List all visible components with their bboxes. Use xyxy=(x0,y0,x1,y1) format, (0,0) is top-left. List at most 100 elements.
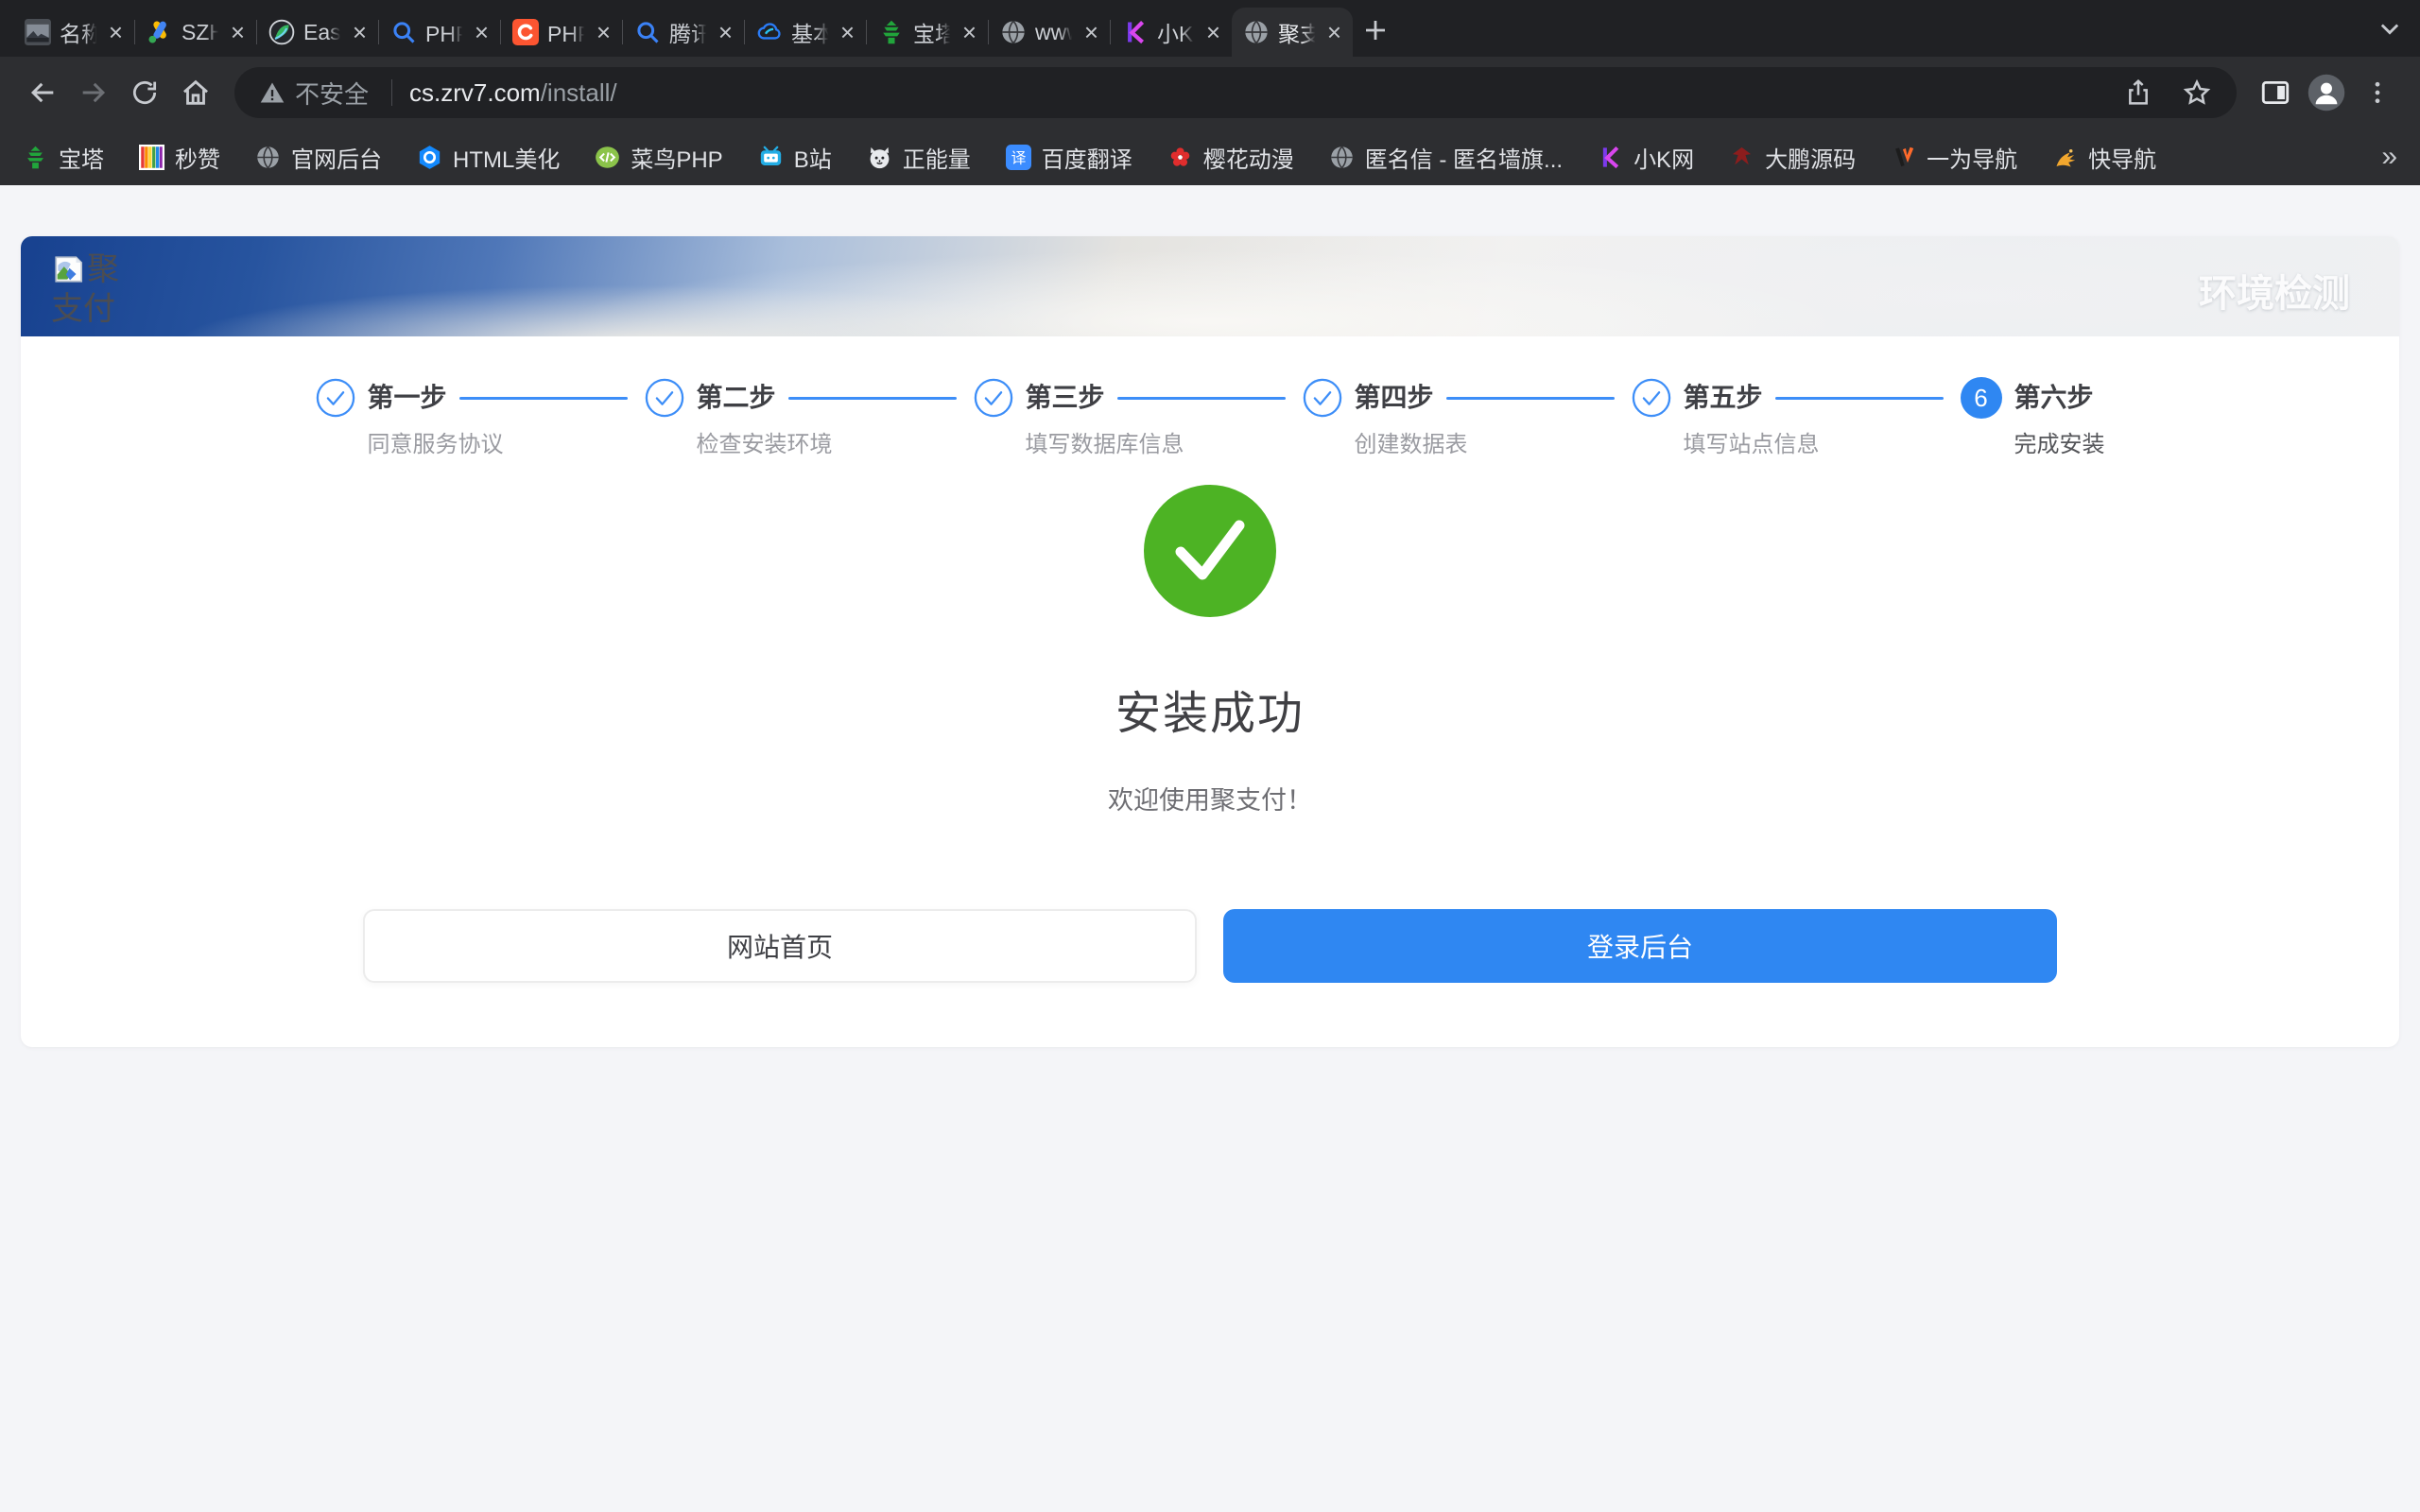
bookmark-7[interactable]: 正能量 xyxy=(867,141,971,174)
bookmarks-overflow-icon[interactable]: » xyxy=(2381,141,2397,173)
tab-11[interactable]: 聚支付× xyxy=(1232,8,1353,57)
menu-button[interactable] xyxy=(2352,67,2403,118)
forward-arrow-icon xyxy=(78,77,110,109)
new-tab-button[interactable] xyxy=(1353,8,1398,53)
tab-7[interactable]: 基本信 × xyxy=(745,8,866,57)
csdn-icon xyxy=(512,19,539,45)
step-6: 6 第六步 完成安装 xyxy=(1961,378,2105,458)
plus-icon xyxy=(1361,16,1390,44)
tab-1[interactable]: 名称 - 厂 × xyxy=(13,8,134,57)
tiger-face-icon xyxy=(867,145,892,170)
tab-3[interactable]: EasyWe× xyxy=(257,8,378,57)
bookmark-label: 秒赞 xyxy=(175,141,220,174)
bookmark-4[interactable]: HTML美化 xyxy=(417,141,560,174)
bookmark-3[interactable]: 官网后台 xyxy=(255,141,382,174)
bookmark-14[interactable]: 快导航 xyxy=(2052,141,2156,174)
v-orange-icon xyxy=(1891,145,1916,170)
k-purple-icon xyxy=(1598,145,1623,170)
tab-6[interactable]: 腾讯云× xyxy=(623,8,744,57)
tab-10[interactable]: 小K网-× xyxy=(1111,8,1232,57)
tab-close-icon[interactable]: × xyxy=(351,20,369,44)
bookmark-5[interactable]: 菜鸟PHP xyxy=(595,141,722,174)
bookmark-9[interactable]: 樱花动漫 xyxy=(1167,141,1294,174)
back-arrow-icon xyxy=(26,77,59,109)
bookmark-1[interactable]: 宝塔 xyxy=(23,141,104,174)
tab-close-icon[interactable]: × xyxy=(107,20,125,44)
bookmark-label: B站 xyxy=(794,141,832,174)
bookmark-8[interactable]: 译百度翻译 xyxy=(1006,141,1132,174)
google-ads-icon xyxy=(147,19,173,45)
tab-close-icon[interactable]: × xyxy=(595,20,613,44)
step-connector xyxy=(1775,397,1944,400)
bookmark-10[interactable]: 匿名信 - 匿名墙旗... xyxy=(1329,141,1563,174)
site-home-button[interactable]: 网站首页 xyxy=(363,909,1197,983)
tab-close-icon[interactable]: × xyxy=(838,20,856,44)
tab-8[interactable]: 宝塔Lin× xyxy=(867,8,988,57)
tab-close-icon[interactable]: × xyxy=(1204,20,1222,44)
bookmark-label: 百度翻译 xyxy=(1042,141,1132,174)
tab-search-chevron-icon[interactable] xyxy=(2377,15,2403,42)
tab-5[interactable]: PHP生× xyxy=(501,8,622,57)
avatar-icon xyxy=(2307,73,2346,112)
step-3: 第三步 填写数据库信息 xyxy=(974,378,1303,458)
bookmark-label: 菜鸟PHP xyxy=(631,141,722,174)
step-connector xyxy=(459,397,628,400)
back-button[interactable] xyxy=(17,67,68,118)
side-panel-button[interactable] xyxy=(2250,67,2301,118)
step-check-icon xyxy=(1303,378,1342,418)
step-connector xyxy=(1117,397,1286,400)
tab-9[interactable]: www.w × xyxy=(989,8,1110,57)
profile-avatar[interactable] xyxy=(2301,67,2352,118)
tab-close-icon[interactable]: × xyxy=(473,20,491,44)
tab-strip: 名称 - 厂×SZH SU×EasyWe×PHP邀×PHP生×腾讯云×基本信×宝… xyxy=(0,0,2420,57)
address-bar[interactable]: 不安全 cs.zrv7.com/install/ xyxy=(234,67,2237,118)
bookmark-13[interactable]: 一为导航 xyxy=(1891,141,2017,174)
tab-2[interactable]: SZH SU× xyxy=(135,8,256,57)
photo-thumbnail-icon xyxy=(25,19,51,45)
security-label[interactable]: 不安全 xyxy=(295,76,369,111)
broken-image-icon xyxy=(51,253,85,285)
site-logo[interactable]: 聚支付 xyxy=(51,249,140,329)
tab-close-icon[interactable]: × xyxy=(717,20,735,44)
tab-title: PHP邀 xyxy=(425,16,464,48)
step-1: 第一步 同意服务协议 xyxy=(316,378,645,458)
k-purple-icon xyxy=(1122,19,1149,45)
hexagon-o-icon xyxy=(417,145,442,170)
tab-close-icon[interactable]: × xyxy=(1082,20,1100,44)
rainbow-stripes-icon xyxy=(139,145,164,170)
tab-close-icon[interactable]: × xyxy=(960,20,978,44)
globe-icon xyxy=(1243,19,1270,45)
login-admin-button[interactable]: 登录后台 xyxy=(1223,909,2057,983)
bookmark-label: 快导航 xyxy=(2088,141,2156,174)
forward-button[interactable] xyxy=(68,67,119,118)
bookmark-12[interactable]: 大鹏源码 xyxy=(1729,141,1856,174)
bilibili-tv-icon xyxy=(758,145,784,170)
bookmark-2[interactable]: 秒赞 xyxy=(139,141,220,174)
not-secure-warning-icon xyxy=(259,79,285,106)
tab-close-icon[interactable]: × xyxy=(229,20,247,44)
bookmarks-bar: 宝塔 秒赞 官网后台 HTML美化 菜鸟PHP B站 正能量 译百度翻译 樱花动漫 匿名信 - 匿… xyxy=(0,129,2420,185)
step-subtitle: 填写站点信息 xyxy=(1684,425,1820,458)
reload-button[interactable] xyxy=(119,67,170,118)
step-title: 第六步 xyxy=(2014,378,2105,418)
bookmark-label: HTML美化 xyxy=(453,141,560,174)
tab-4[interactable]: PHP邀 × xyxy=(379,8,500,57)
bird-gold-icon xyxy=(2052,145,2078,170)
result-message: 欢迎使用聚支付！ xyxy=(21,780,2399,816)
action-buttons: 网站首页 登录后台 xyxy=(21,909,2399,983)
install-stepper: 第一步 同意服务协议 第二步 检查安装环境 第三步 填写数据库信息 第四步 创建… xyxy=(21,378,2399,458)
tab-close-icon[interactable]: × xyxy=(1325,20,1343,44)
runoob-code-icon xyxy=(595,145,620,170)
nav-link-env-check[interactable]: 环境检测 xyxy=(2199,263,2350,318)
tab-title: 名称 - 厂 xyxy=(60,16,98,48)
step-4: 第四步 创建数据表 xyxy=(1303,378,1632,458)
bookmark-6[interactable]: B站 xyxy=(758,141,832,174)
home-button[interactable] xyxy=(170,67,221,118)
tab-title: 基本信 xyxy=(791,16,830,48)
share-icon[interactable] xyxy=(2123,77,2153,108)
bookmark-label: 樱花动漫 xyxy=(1203,141,1294,174)
globe-icon xyxy=(1000,19,1027,45)
tab-title: www.w xyxy=(1035,20,1074,45)
bookmark-11[interactable]: 小K网 xyxy=(1598,141,1694,174)
bookmark-star-icon[interactable] xyxy=(2182,77,2212,108)
